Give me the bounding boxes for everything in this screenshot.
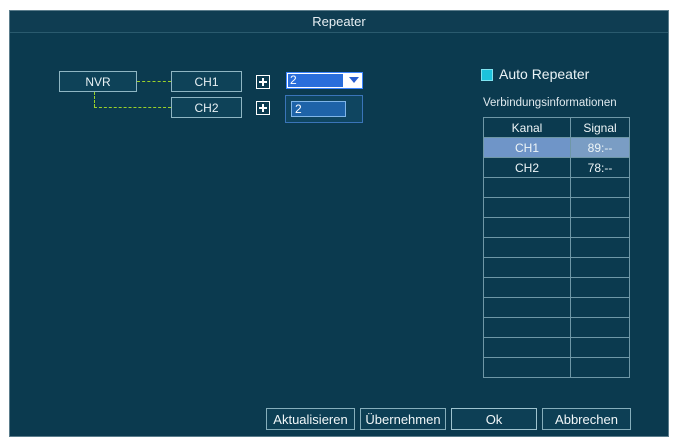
cell-signal: 78:-- [570,157,630,178]
ch2-repeater-input[interactable]: 2 [291,101,346,117]
table-row[interactable] [483,217,630,238]
cell-kanal [483,277,571,298]
column-header-kanal: Kanal [483,117,571,138]
ok-button[interactable]: Ok [451,408,537,430]
table-row[interactable] [483,337,630,358]
connection-info-label: Verbindungsinformationen [483,97,617,109]
ch1-repeater-dropdown[interactable]: 2 [286,72,363,89]
cell-kanal [483,337,571,358]
window-title: Repeater [10,11,668,33]
apply-button[interactable]: Übernehmen [360,408,446,430]
ch2-repeater-box[interactable]: 2 [285,95,363,123]
connector-line-nvr-ch2 [94,107,171,108]
table-row[interactable]: CH1 89:-- [483,137,630,158]
cell-signal [570,337,630,358]
cell-signal [570,197,630,218]
table-row[interactable] [483,237,630,258]
cell-kanal [483,317,571,338]
cell-kanal [483,257,571,278]
column-header-signal: Signal [570,117,630,138]
connector-line-vertical [94,92,95,107]
refresh-button[interactable]: Aktualisieren [266,408,355,430]
cell-kanal [483,177,571,198]
cell-kanal [483,197,571,218]
dropdown-selected-value: 2 [288,74,343,87]
channel-node-ch2[interactable]: CH2 [171,97,242,118]
connection-table: Kanal Signal CH1 89:-- CH2 78:-- [483,117,630,378]
table-row[interactable] [483,177,630,198]
cell-signal [570,277,630,298]
nvr-node: NVR [59,71,137,92]
cell-kanal [483,237,571,258]
table-row[interactable] [483,197,630,218]
channel-node-ch1[interactable]: CH1 [171,71,242,92]
cell-kanal [483,357,571,378]
expand-plus-icon[interactable] [256,75,270,89]
connector-line-nvr-ch1 [137,81,171,82]
cell-kanal: CH1 [483,137,571,158]
cell-signal [570,297,630,318]
cell-kanal [483,217,571,238]
table-row[interactable] [483,277,630,298]
auto-repeater-label: Auto Repeater [499,66,590,82]
cell-signal [570,177,630,198]
cell-kanal: CH2 [483,157,571,178]
cell-signal [570,357,630,378]
repeater-window: Repeater NVR CH1 CH2 2 2 Auto Repeater V… [9,10,669,437]
cell-signal [570,237,630,258]
table-row[interactable] [483,297,630,318]
cell-signal [570,257,630,278]
cell-signal [570,217,630,238]
cell-signal: 89:-- [570,137,630,158]
expand-plus-icon[interactable] [256,101,270,115]
table-row[interactable]: CH2 78:-- [483,157,630,178]
chevron-down-icon[interactable] [349,77,359,83]
table-row[interactable] [483,357,630,378]
table-header-row: Kanal Signal [483,117,630,138]
auto-repeater-checkbox[interactable] [481,69,493,81]
table-row[interactable] [483,317,630,338]
cell-signal [570,317,630,338]
cell-kanal [483,297,571,318]
cancel-button[interactable]: Abbrechen [542,408,631,430]
table-row[interactable] [483,257,630,278]
